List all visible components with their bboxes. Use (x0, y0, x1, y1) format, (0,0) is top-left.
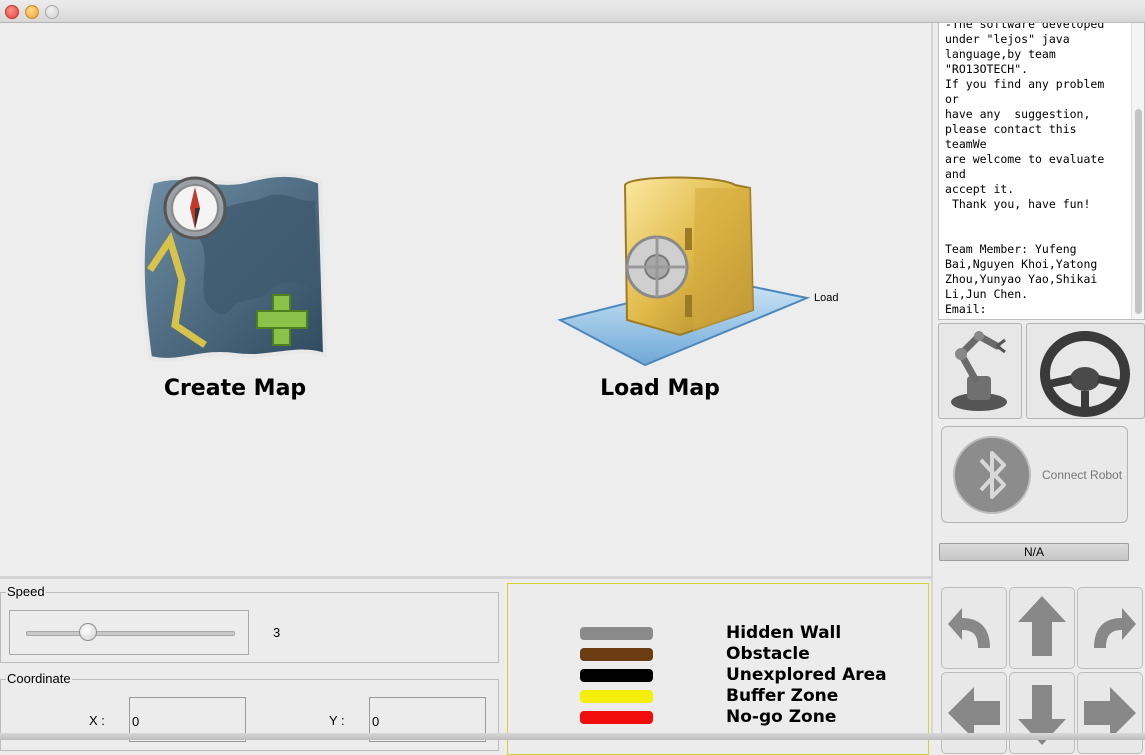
speed-value: 3 (273, 625, 281, 640)
left-button[interactable] (941, 672, 1007, 754)
load-map-label: Load Map (600, 376, 720, 401)
x-label: X : (89, 713, 105, 728)
load-map-button[interactable]: Load Map (545, 160, 845, 410)
horizontal-divider (0, 576, 931, 579)
y-label: Y : (329, 713, 345, 728)
info-text-area[interactable]: -The software developed under "lejos" ja… (938, 22, 1145, 320)
create-map-label: Create Map (163, 376, 307, 401)
dock (0, 733, 1145, 740)
steering-wheel-icon (1040, 331, 1130, 417)
turn-right-button[interactable] (1077, 587, 1143, 669)
steering-wheel-button[interactable] (1026, 323, 1145, 419)
coordinate-title: Coordinate (6, 671, 72, 686)
left-icon (948, 687, 1000, 739)
safe-icon (557, 176, 811, 367)
robot-arm-button[interactable] (938, 323, 1022, 419)
info-scroll-thumb[interactable] (1135, 109, 1142, 314)
legend-swatch (580, 711, 653, 724)
backward-button[interactable] (1009, 672, 1075, 754)
speed-slider-box (9, 610, 249, 655)
status-bar: N/A (939, 543, 1129, 561)
connect-robot-button[interactable]: Connect Robot (941, 426, 1128, 523)
speed-title: Speed (6, 584, 46, 599)
map-legend-panel: Hidden Wall Obstacle Unexplored Area Buffer… (507, 583, 929, 755)
info-scrollbar[interactable] (1131, 23, 1144, 319)
create-map-button[interactable]: Create Map (120, 160, 350, 410)
legend-swatch (580, 627, 653, 640)
speed-slider-knob[interactable] (79, 623, 98, 641)
legend-swatch (580, 648, 653, 661)
about-text: -The software developed under "lejos" ja… (945, 22, 1105, 319)
bluetooth-icon (953, 436, 1031, 514)
legend-label: No-go Zone (726, 707, 837, 727)
legend-label: Buffer Zone (726, 686, 839, 706)
vertical-divider (931, 23, 933, 740)
zoom-window-button[interactable] (45, 5, 59, 19)
minimize-window-button[interactable] (25, 5, 39, 19)
legend-swatch (580, 690, 653, 703)
window-titlebar (0, 0, 1145, 23)
load-caption: Load (814, 292, 839, 304)
forward-button[interactable] (1009, 587, 1075, 669)
robot-arm-icon (951, 331, 1007, 411)
turn-left-button[interactable] (941, 587, 1007, 669)
legend-label: Obstacle (726, 644, 810, 664)
connect-robot-label: Connect Robot (1042, 468, 1123, 482)
legend-label: Unexplored Area (726, 665, 887, 685)
legend-label: Hidden Wall (726, 623, 842, 643)
backward-icon (1018, 685, 1066, 745)
legend-swatch (580, 669, 653, 682)
right-icon (1084, 687, 1136, 739)
turn-left-icon (948, 608, 990, 648)
turn-right-icon (1094, 608, 1136, 648)
speed-slider-track[interactable] (26, 631, 235, 636)
right-button[interactable] (1077, 672, 1143, 754)
map-compass-icon (140, 172, 328, 362)
close-window-button[interactable] (5, 5, 19, 19)
forward-icon (1018, 596, 1066, 656)
